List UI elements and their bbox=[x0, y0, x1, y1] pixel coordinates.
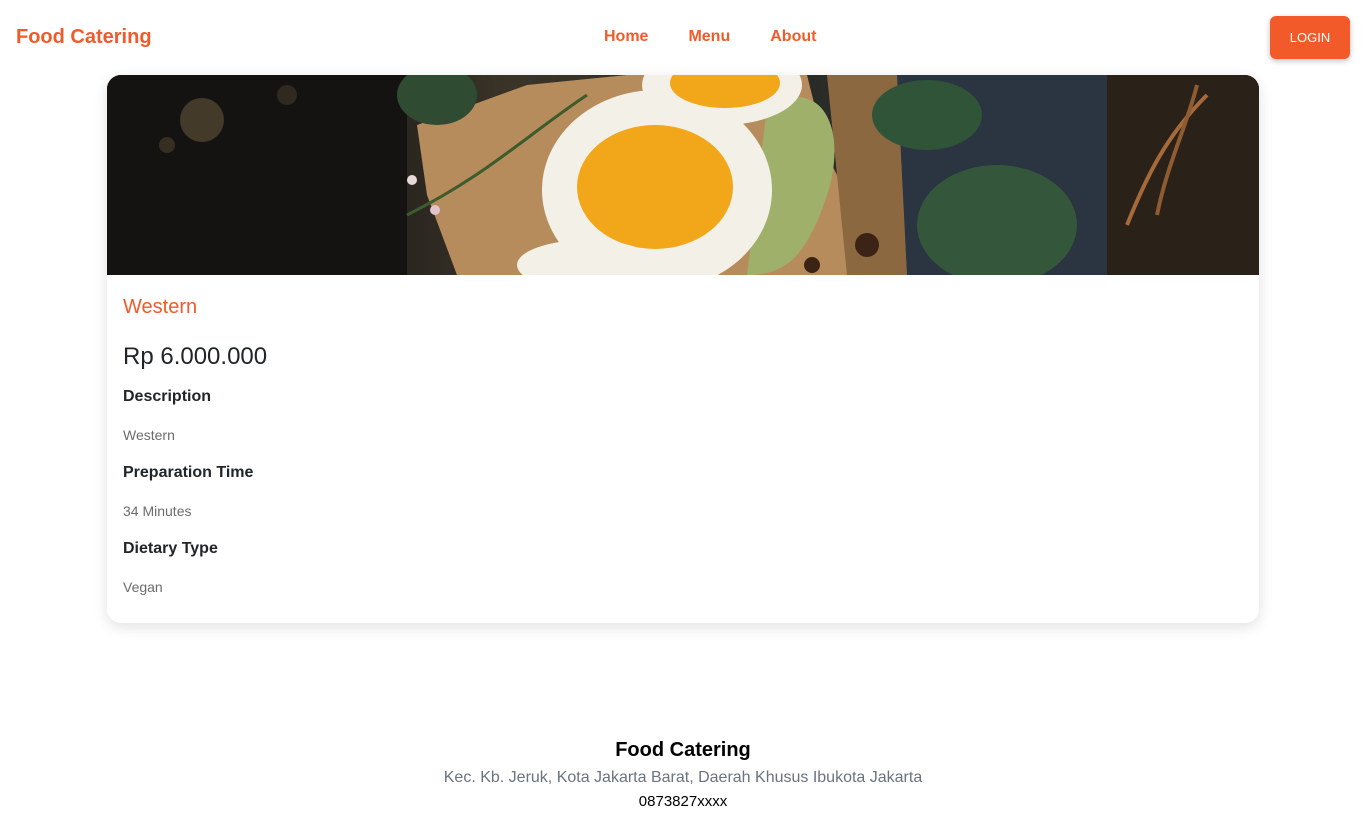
menu-title: Western bbox=[123, 296, 198, 318]
brand-logo-link[interactable]: Food Catering bbox=[16, 25, 152, 49]
description-label: Description bbox=[123, 388, 212, 405]
dietary-type-value: Vegan bbox=[123, 579, 163, 595]
nav-links: Home Menu About bbox=[604, 27, 816, 46]
card-body: Western Rp 6.000.000 Description Western… bbox=[107, 275, 1259, 623]
footer-phone: 0873827xxxx bbox=[638, 793, 728, 810]
food-photo-illustration bbox=[107, 75, 1259, 275]
footer-address: Kec. Kb. Jeruk, Kota Jakarta Barat, Daer… bbox=[443, 769, 923, 786]
preparation-time-value: 34 Minutes bbox=[123, 503, 192, 519]
nav-link-menu[interactable]: Menu bbox=[688, 27, 730, 46]
preparation-time-label: Preparation Time bbox=[123, 464, 254, 481]
menu-detail-card: Western Rp 6.000.000 Description Western… bbox=[107, 75, 1259, 623]
description-value: Western bbox=[123, 427, 175, 443]
food-photo bbox=[107, 75, 1259, 275]
nav-link-home[interactable]: Home bbox=[604, 27, 648, 46]
dietary-type-label: Dietary Type bbox=[123, 540, 218, 557]
menu-price: Rp 6.000.000 bbox=[123, 343, 268, 370]
footer: Food Catering Kec. Kb. Jeruk, Kota Jakar… bbox=[0, 738, 1366, 812]
footer-title: Food Catering bbox=[615, 739, 751, 761]
nav-link-about[interactable]: About bbox=[770, 27, 816, 46]
navbar: Food Catering Home Menu About LOGIN bbox=[0, 0, 1366, 75]
login-button[interactable]: LOGIN bbox=[1270, 16, 1350, 59]
